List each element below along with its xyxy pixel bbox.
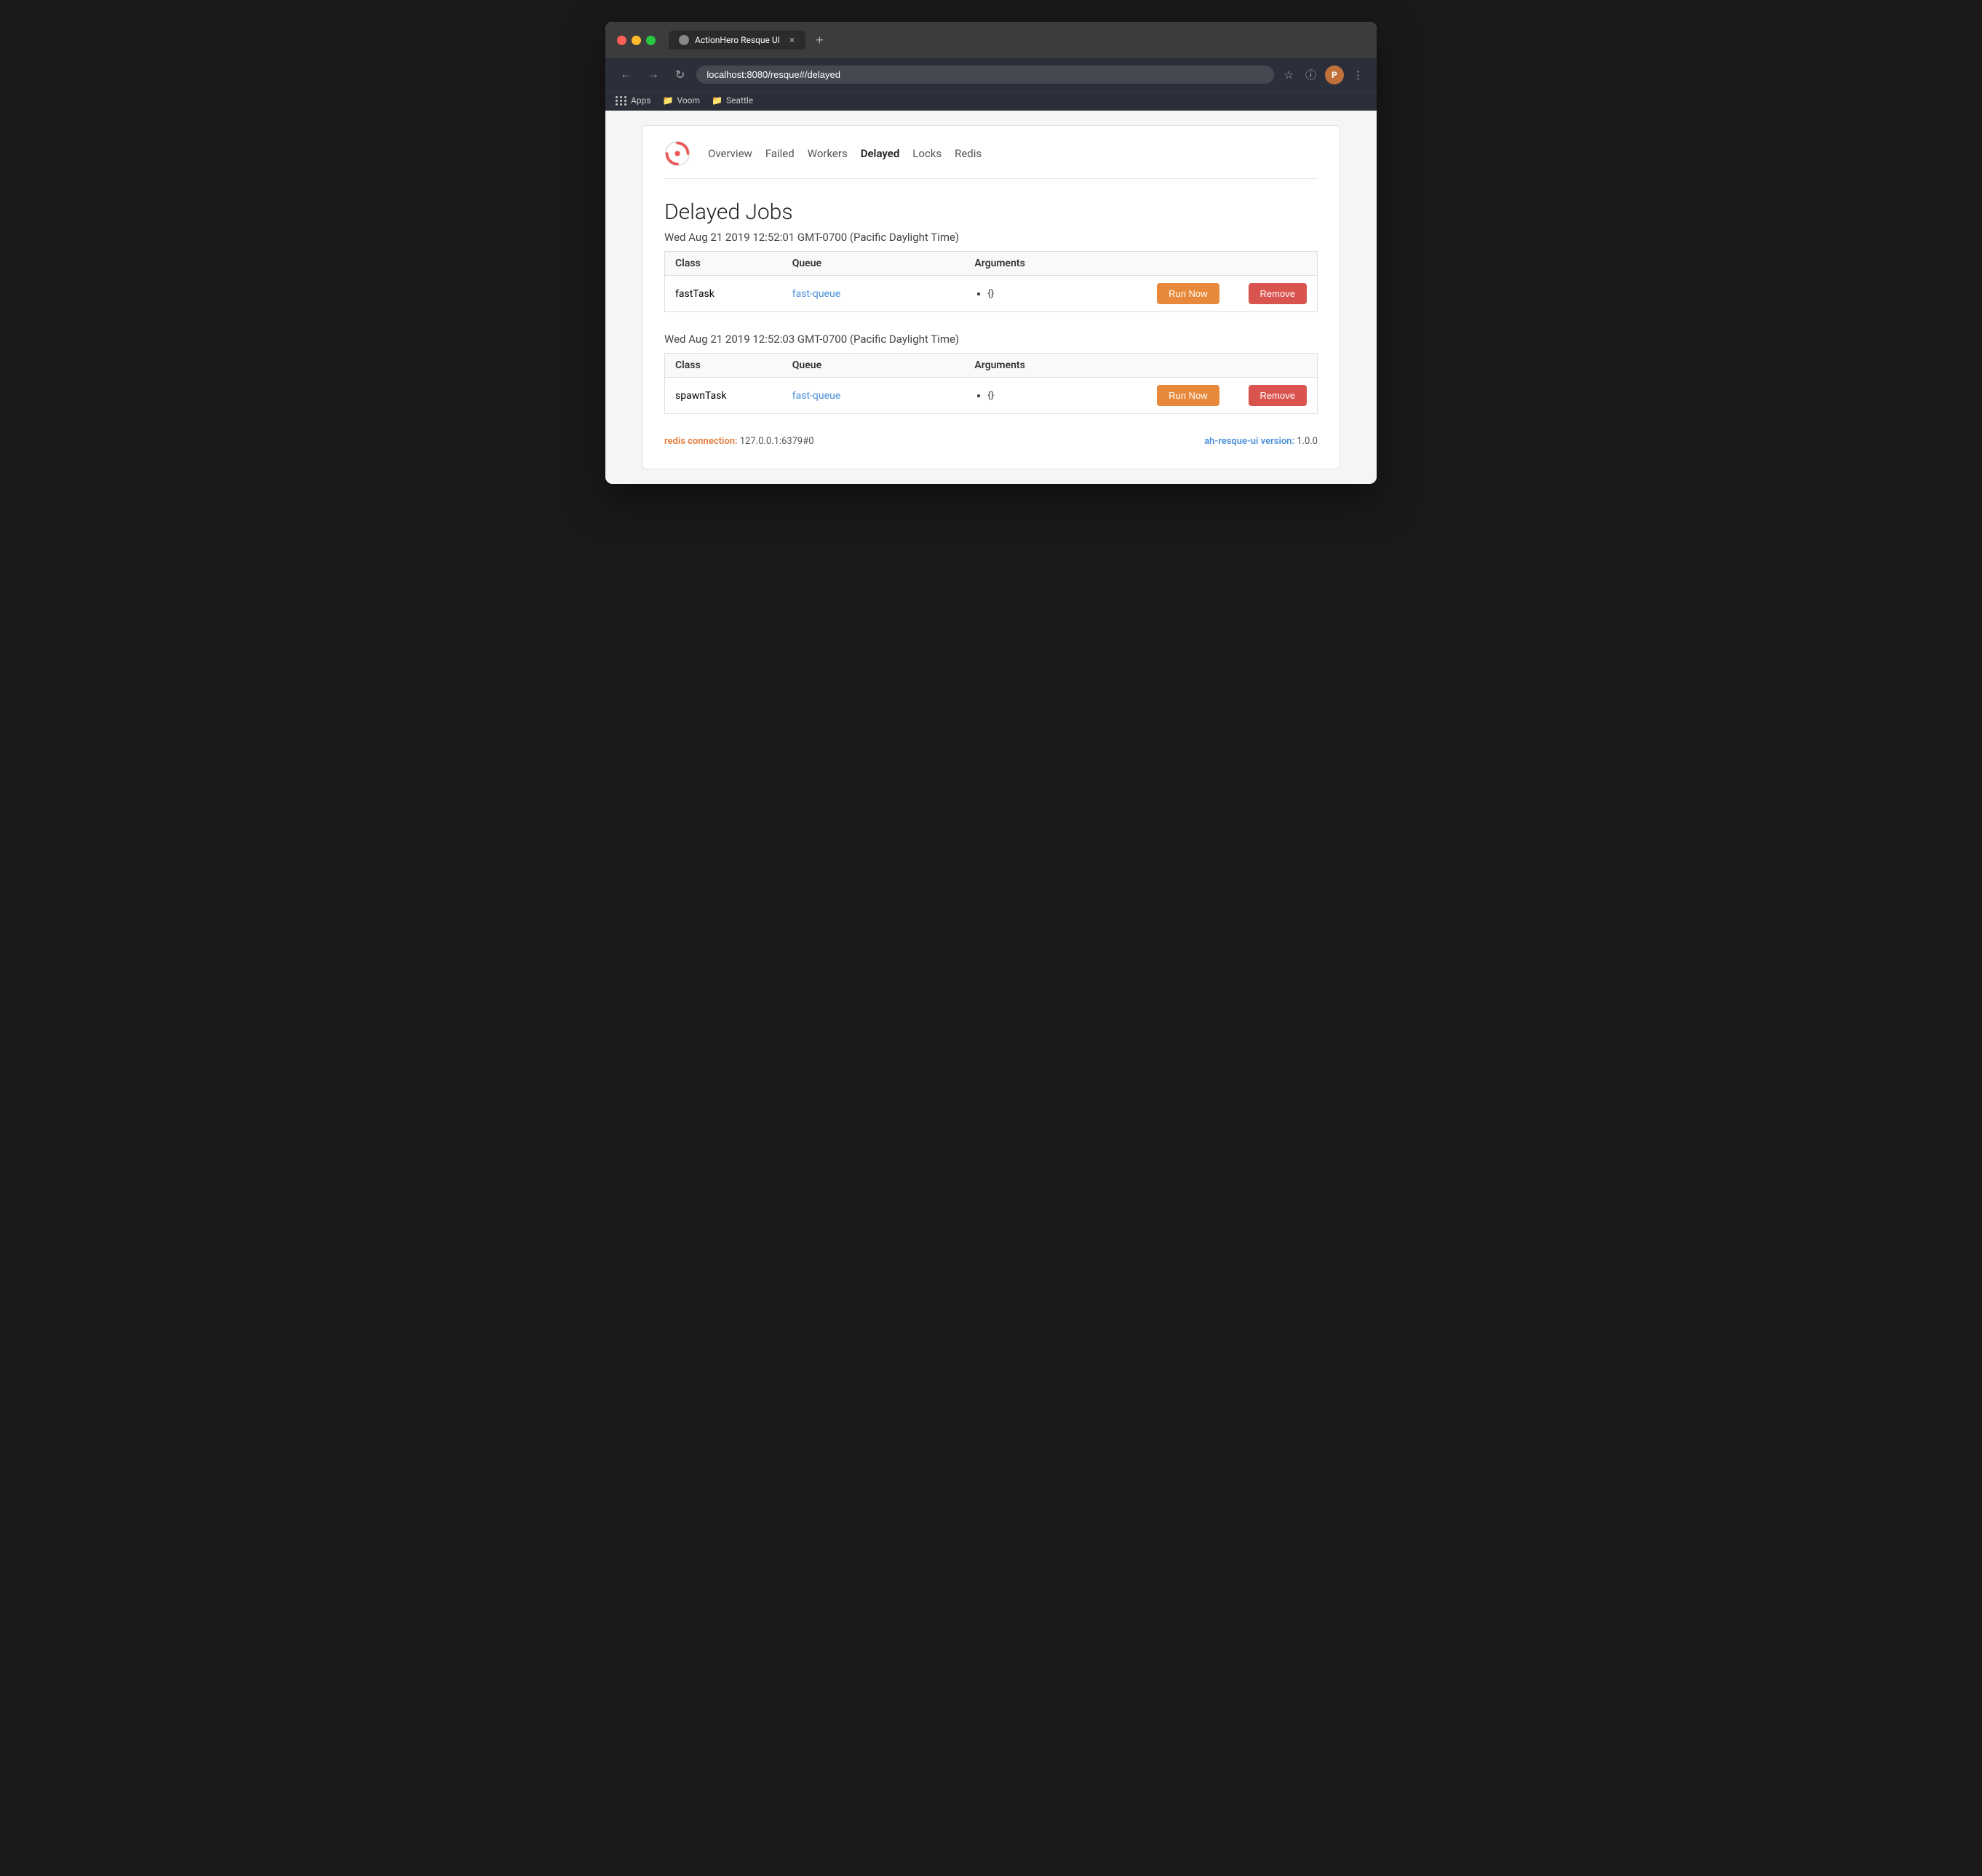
active-tab[interactable]: ActionHero Resque UI ✕ — [669, 31, 805, 49]
nav-link-locks[interactable]: Locks — [912, 147, 942, 160]
footer-redis: redis connection: 127.0.0.1:6379#0 — [664, 436, 814, 447]
resque-header: Overview Failed Workers Delayed Locks Re… — [664, 140, 1318, 179]
resque-footer: redis connection: 127.0.0.1:6379#0 ah-re… — [664, 436, 1318, 447]
bookmark-seattle-label: Seattle — [726, 95, 753, 106]
nav-link-redis[interactable]: Redis — [955, 147, 982, 160]
bookmark-icon-btn[interactable]: ☆ — [1281, 65, 1297, 84]
cell-args-2: {} — [964, 378, 1147, 414]
queue-link-2[interactable]: fast-queue — [792, 390, 840, 402]
col-header-queue: Queue — [782, 252, 965, 276]
cell-run-2: Run Now — [1147, 378, 1238, 414]
run-now-button-1[interactable]: Run Now — [1157, 283, 1219, 304]
cell-queue-1: fast-queue — [782, 276, 965, 312]
browser-window: ActionHero Resque UI ✕ + ← → ↻ ☆ ⓘ P ⋮ A… — [605, 22, 1377, 484]
close-button[interactable] — [617, 36, 626, 45]
resque-nav: Overview Failed Workers Delayed Locks Re… — [708, 147, 982, 160]
cell-class-name-1: fastTask — [665, 276, 782, 312]
job-group-2: Wed Aug 21 2019 12:52:03 GMT-0700 (Pacif… — [664, 333, 1318, 414]
forward-button[interactable]: → — [643, 65, 664, 84]
bookmark-voom-label: Voom — [677, 95, 700, 106]
table-header-row: Class Queue Arguments — [665, 252, 1318, 276]
job-timestamp-1: Wed Aug 21 2019 12:52:01 GMT-0700 (Pacif… — [664, 231, 1318, 244]
menu-icon-btn[interactable]: ⋮ — [1350, 65, 1366, 84]
table-header-row-2: Class Queue Arguments — [665, 354, 1318, 378]
nav-bar: ← → ↻ ☆ ⓘ P ⋮ — [605, 58, 1377, 91]
run-now-button-2[interactable]: Run Now — [1157, 385, 1219, 406]
tab-title: ActionHero Resque UI — [695, 35, 780, 45]
resque-container: Overview Failed Workers Delayed Locks Re… — [642, 125, 1340, 469]
col-header-class: Class — [665, 252, 782, 276]
footer-version: ah-resque-ui version: 1.0.0 — [1204, 436, 1318, 447]
cell-class-name-2: spawnTask — [665, 378, 782, 414]
cell-remove-2: Remove — [1238, 378, 1318, 414]
footer-version-value: 1.0.0 — [1297, 436, 1318, 447]
nav-link-workers[interactable]: Workers — [808, 147, 848, 160]
new-tab-button[interactable]: + — [811, 31, 828, 49]
col-header-run-2 — [1147, 354, 1238, 378]
nav-link-overview[interactable]: Overview — [708, 147, 752, 160]
remove-button-2[interactable]: Remove — [1249, 385, 1307, 406]
arg-list-1: {} — [974, 288, 1137, 299]
traffic-lights — [617, 36, 656, 45]
nav-link-delayed[interactable]: Delayed — [861, 147, 900, 160]
queue-link-1[interactable]: fast-queue — [792, 288, 840, 300]
nav-actions: ☆ ⓘ P ⋮ — [1281, 64, 1366, 85]
tab-close-icon[interactable]: ✕ — [789, 36, 795, 45]
col-header-run — [1147, 252, 1238, 276]
remove-button-1[interactable]: Remove — [1249, 283, 1307, 304]
arg-item-2: {} — [987, 390, 1137, 401]
bookmark-voom[interactable]: 📁 Voom — [663, 95, 701, 106]
col-header-arguments: Arguments — [964, 252, 1147, 276]
footer-redis-value: 127.0.0.1:6379#0 — [740, 436, 814, 447]
info-icon-btn[interactable]: ⓘ — [1302, 64, 1319, 85]
folder-icon-voom: 📁 — [663, 95, 674, 106]
footer-version-label: ah-resque-ui version: — [1204, 436, 1294, 447]
job-table-2: Class Queue Arguments spawnTask fast-que… — [664, 353, 1318, 414]
page-title: Delayed Jobs — [664, 199, 1318, 225]
nav-link-failed[interactable]: Failed — [765, 147, 795, 160]
page-content: Overview Failed Workers Delayed Locks Re… — [605, 111, 1377, 484]
bookmark-seattle[interactable]: 📁 Seattle — [712, 95, 753, 106]
tab-favicon — [679, 35, 689, 45]
job-timestamp-2: Wed Aug 21 2019 12:52:03 GMT-0700 (Pacif… — [664, 333, 1318, 346]
col-header-class-2: Class — [665, 354, 782, 378]
maximize-button[interactable] — [646, 36, 656, 45]
bookmark-apps-label: Apps — [631, 95, 651, 106]
folder-icon-seattle: 📁 — [712, 95, 723, 106]
table-row-2: spawnTask fast-queue {} Run Now — [665, 378, 1318, 414]
bookmarks-bar: Apps 📁 Voom 📁 Seattle — [605, 91, 1377, 111]
arg-item: {} — [987, 288, 1137, 299]
tab-bar: ActionHero Resque UI ✕ + — [669, 31, 1365, 49]
cell-remove-1: Remove — [1238, 276, 1318, 312]
minimize-button[interactable] — [632, 36, 641, 45]
footer-redis-label: redis connection: — [664, 436, 738, 447]
col-header-arguments-2: Arguments — [964, 354, 1147, 378]
table-row: fastTask fast-queue {} Run Now — [665, 276, 1318, 312]
arg-list-2: {} — [974, 390, 1137, 401]
cell-queue-2: fast-queue — [782, 378, 965, 414]
job-group-1: Wed Aug 21 2019 12:52:01 GMT-0700 (Pacif… — [664, 231, 1318, 312]
apps-grid-icon — [616, 96, 627, 106]
col-header-queue-2: Queue — [782, 354, 965, 378]
address-bar[interactable] — [696, 65, 1273, 84]
cell-run-1: Run Now — [1147, 276, 1238, 312]
resque-logo-icon — [664, 140, 690, 167]
bookmark-apps[interactable]: Apps — [616, 95, 651, 106]
cell-args-1: {} — [964, 276, 1147, 312]
col-header-remove — [1238, 252, 1318, 276]
col-header-remove-2 — [1238, 354, 1318, 378]
profile-avatar[interactable]: P — [1325, 65, 1344, 84]
job-table-1: Class Queue Arguments fastTask fast-queu… — [664, 251, 1318, 312]
back-button[interactable]: ← — [616, 65, 636, 84]
refresh-button[interactable]: ↻ — [671, 65, 689, 85]
title-bar: ActionHero Resque UI ✕ + — [605, 22, 1377, 58]
